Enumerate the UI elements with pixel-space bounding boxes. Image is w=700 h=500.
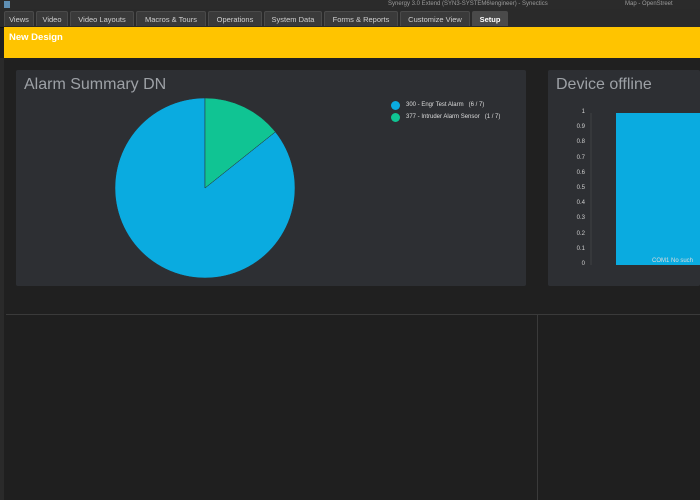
- legend-swatch-engr-test-alarm: [391, 101, 400, 110]
- vertical-divider: [537, 315, 538, 500]
- horizontal-divider: [6, 314, 700, 315]
- design-banner: New Design: [4, 27, 700, 58]
- device-offline-panel: Device offline 1 0.9 0.8 0.7 0.6 0.5 0.4 0.3 0.2…: [548, 70, 700, 286]
- legend-item-intruder-alarm-sensor: 377 - Intruder Alarm Sensor (1 / 7): [406, 114, 500, 120]
- tab-video[interactable]: Video: [36, 11, 68, 26]
- tab-customize-view[interactable]: Customize View: [400, 11, 470, 26]
- window-titlebar: Synergy 3.0 Extend (SYN3-SYSTEM6\enginee…: [0, 0, 700, 9]
- app-icon: [4, 1, 10, 8]
- legend-swatch-intruder-alarm-sensor: [391, 113, 400, 122]
- legend-item-engr-test-alarm: 300 - Engr Test Alarm (6 / 7): [406, 102, 484, 108]
- dashboard-top-area: Alarm Summary DN 300 - Engr Test Alarm (…: [4, 58, 700, 314]
- alarm-summary-panel: Alarm Summary DN 300 - Engr Test Alarm (…: [16, 70, 526, 286]
- legend-count: (6 / 7): [468, 102, 485, 108]
- legend-label: 300 - Engr Test Alarm: [406, 102, 464, 108]
- bar-0[interactable]: [616, 113, 700, 265]
- bar-category-label: COM1 No such: [652, 258, 694, 264]
- tab-forms-reports[interactable]: Forms & Reports: [324, 11, 398, 26]
- tab-video-layouts[interactable]: Video Layouts: [70, 11, 134, 26]
- window-title: Synergy 3.0 Extend (SYN3-SYSTEM6\enginee…: [388, 1, 548, 7]
- tab-system-data[interactable]: System Data: [264, 11, 322, 26]
- tab-macros-tours[interactable]: Macros & Tours: [136, 11, 206, 26]
- secondary-window-title: Map - OpenStreet: [625, 1, 673, 7]
- bar-chart-svg: [590, 113, 700, 265]
- design-title: New Design: [9, 32, 63, 43]
- tab-operations[interactable]: Operations: [208, 11, 262, 26]
- tab-views[interactable]: Views: [4, 11, 34, 26]
- main-menu-bar: Views Video Video Layouts Macros & Tours…: [0, 9, 700, 28]
- legend-count: (1 / 7): [484, 114, 501, 120]
- legend-label: 377 - Intruder Alarm Sensor: [406, 114, 480, 120]
- tab-setup[interactable]: Setup: [472, 11, 508, 26]
